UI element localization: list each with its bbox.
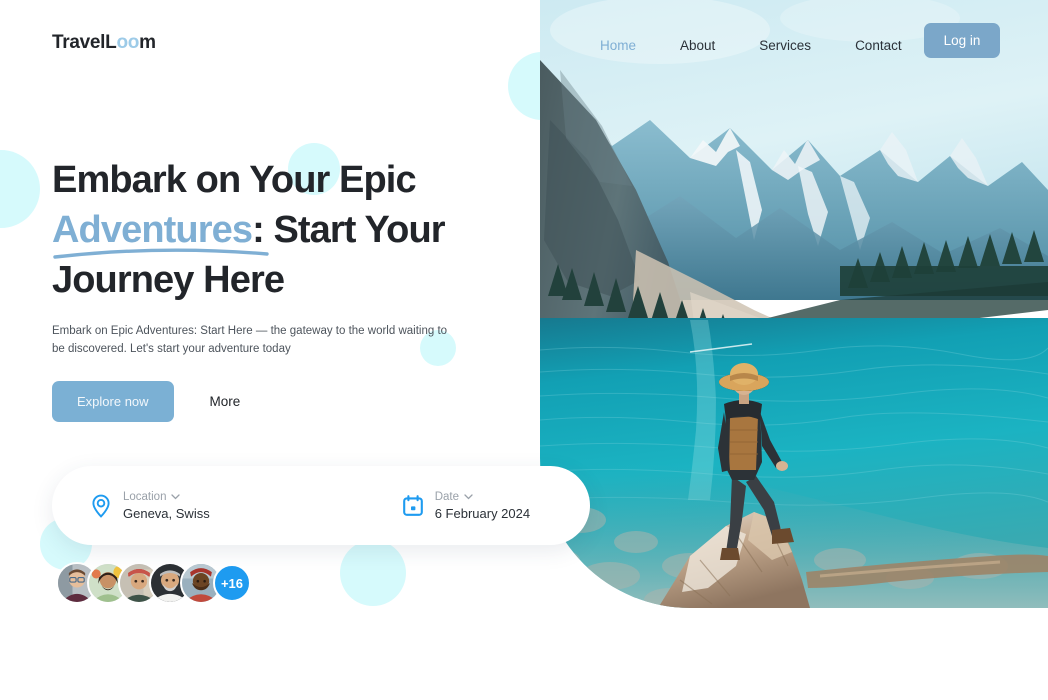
chevron-down-icon[interactable] [171,491,181,503]
nav-item-contact[interactable]: Contact [855,38,902,53]
headline-line-1: Embark on Your Epic [52,159,417,201]
brand-name-part1: Travel [52,32,106,53]
headline-line-3: Journey Here [52,259,285,301]
date-value: 6 February 2024 [434,505,531,521]
page-title: Embark on Your Epic Adventures: Start Yo… [52,155,512,305]
login-button[interactable]: Log in [923,23,1001,58]
headline-line-2-rest: : Start Your [252,209,446,251]
explore-now-button[interactable]: Explore now [52,381,174,422]
chevron-down-icon[interactable] [464,491,473,503]
brand-name-part3: m [139,32,156,53]
nav-links: Home About Services Contact Log in [600,23,1001,58]
decorative-circle-bottom [340,540,406,606]
location-label-row: Location [123,491,210,503]
date-text: Date 6 February 2024 [435,491,530,521]
date-field[interactable]: Date 6 February 2024 [402,491,530,521]
decorative-circle-left [0,150,40,228]
map-pin-icon [90,494,112,518]
brand-name-accent: oo [116,32,140,53]
date-label-row: Date [435,491,530,503]
calendar-icon [402,494,424,518]
brand-name-l: L [105,32,117,53]
headline-accent-word: Adventures [52,209,253,251]
booking-search-card: Location Geneva, Swiss Date 6 February 2… [52,466,590,545]
location-field[interactable]: Location Geneva, Swiss [90,491,210,521]
location-label: Location [123,490,167,503]
hero-subtitle: Embark on Epic Adventures: Start Here — … [52,325,448,355]
hero-photo [540,0,1048,608]
location-text: Location Geneva, Swiss [123,491,210,521]
top-navigation: TravelLoom Home About Services Contact L… [0,0,1048,88]
nav-item-services[interactable]: Services [759,38,811,53]
date-label: Date [434,490,459,503]
traveler-avatar-group: +16 [56,562,251,604]
nav-item-about[interactable]: About [680,38,715,53]
location-value: Geneva, Swiss [123,505,210,521]
cta-row: Explore now More [52,381,240,422]
nav-item-home[interactable]: Home [600,38,636,53]
brand-logo[interactable]: TravelLoom [52,32,156,54]
avatar-more-count[interactable]: +16 [213,564,251,602]
more-button[interactable]: More [210,394,241,409]
